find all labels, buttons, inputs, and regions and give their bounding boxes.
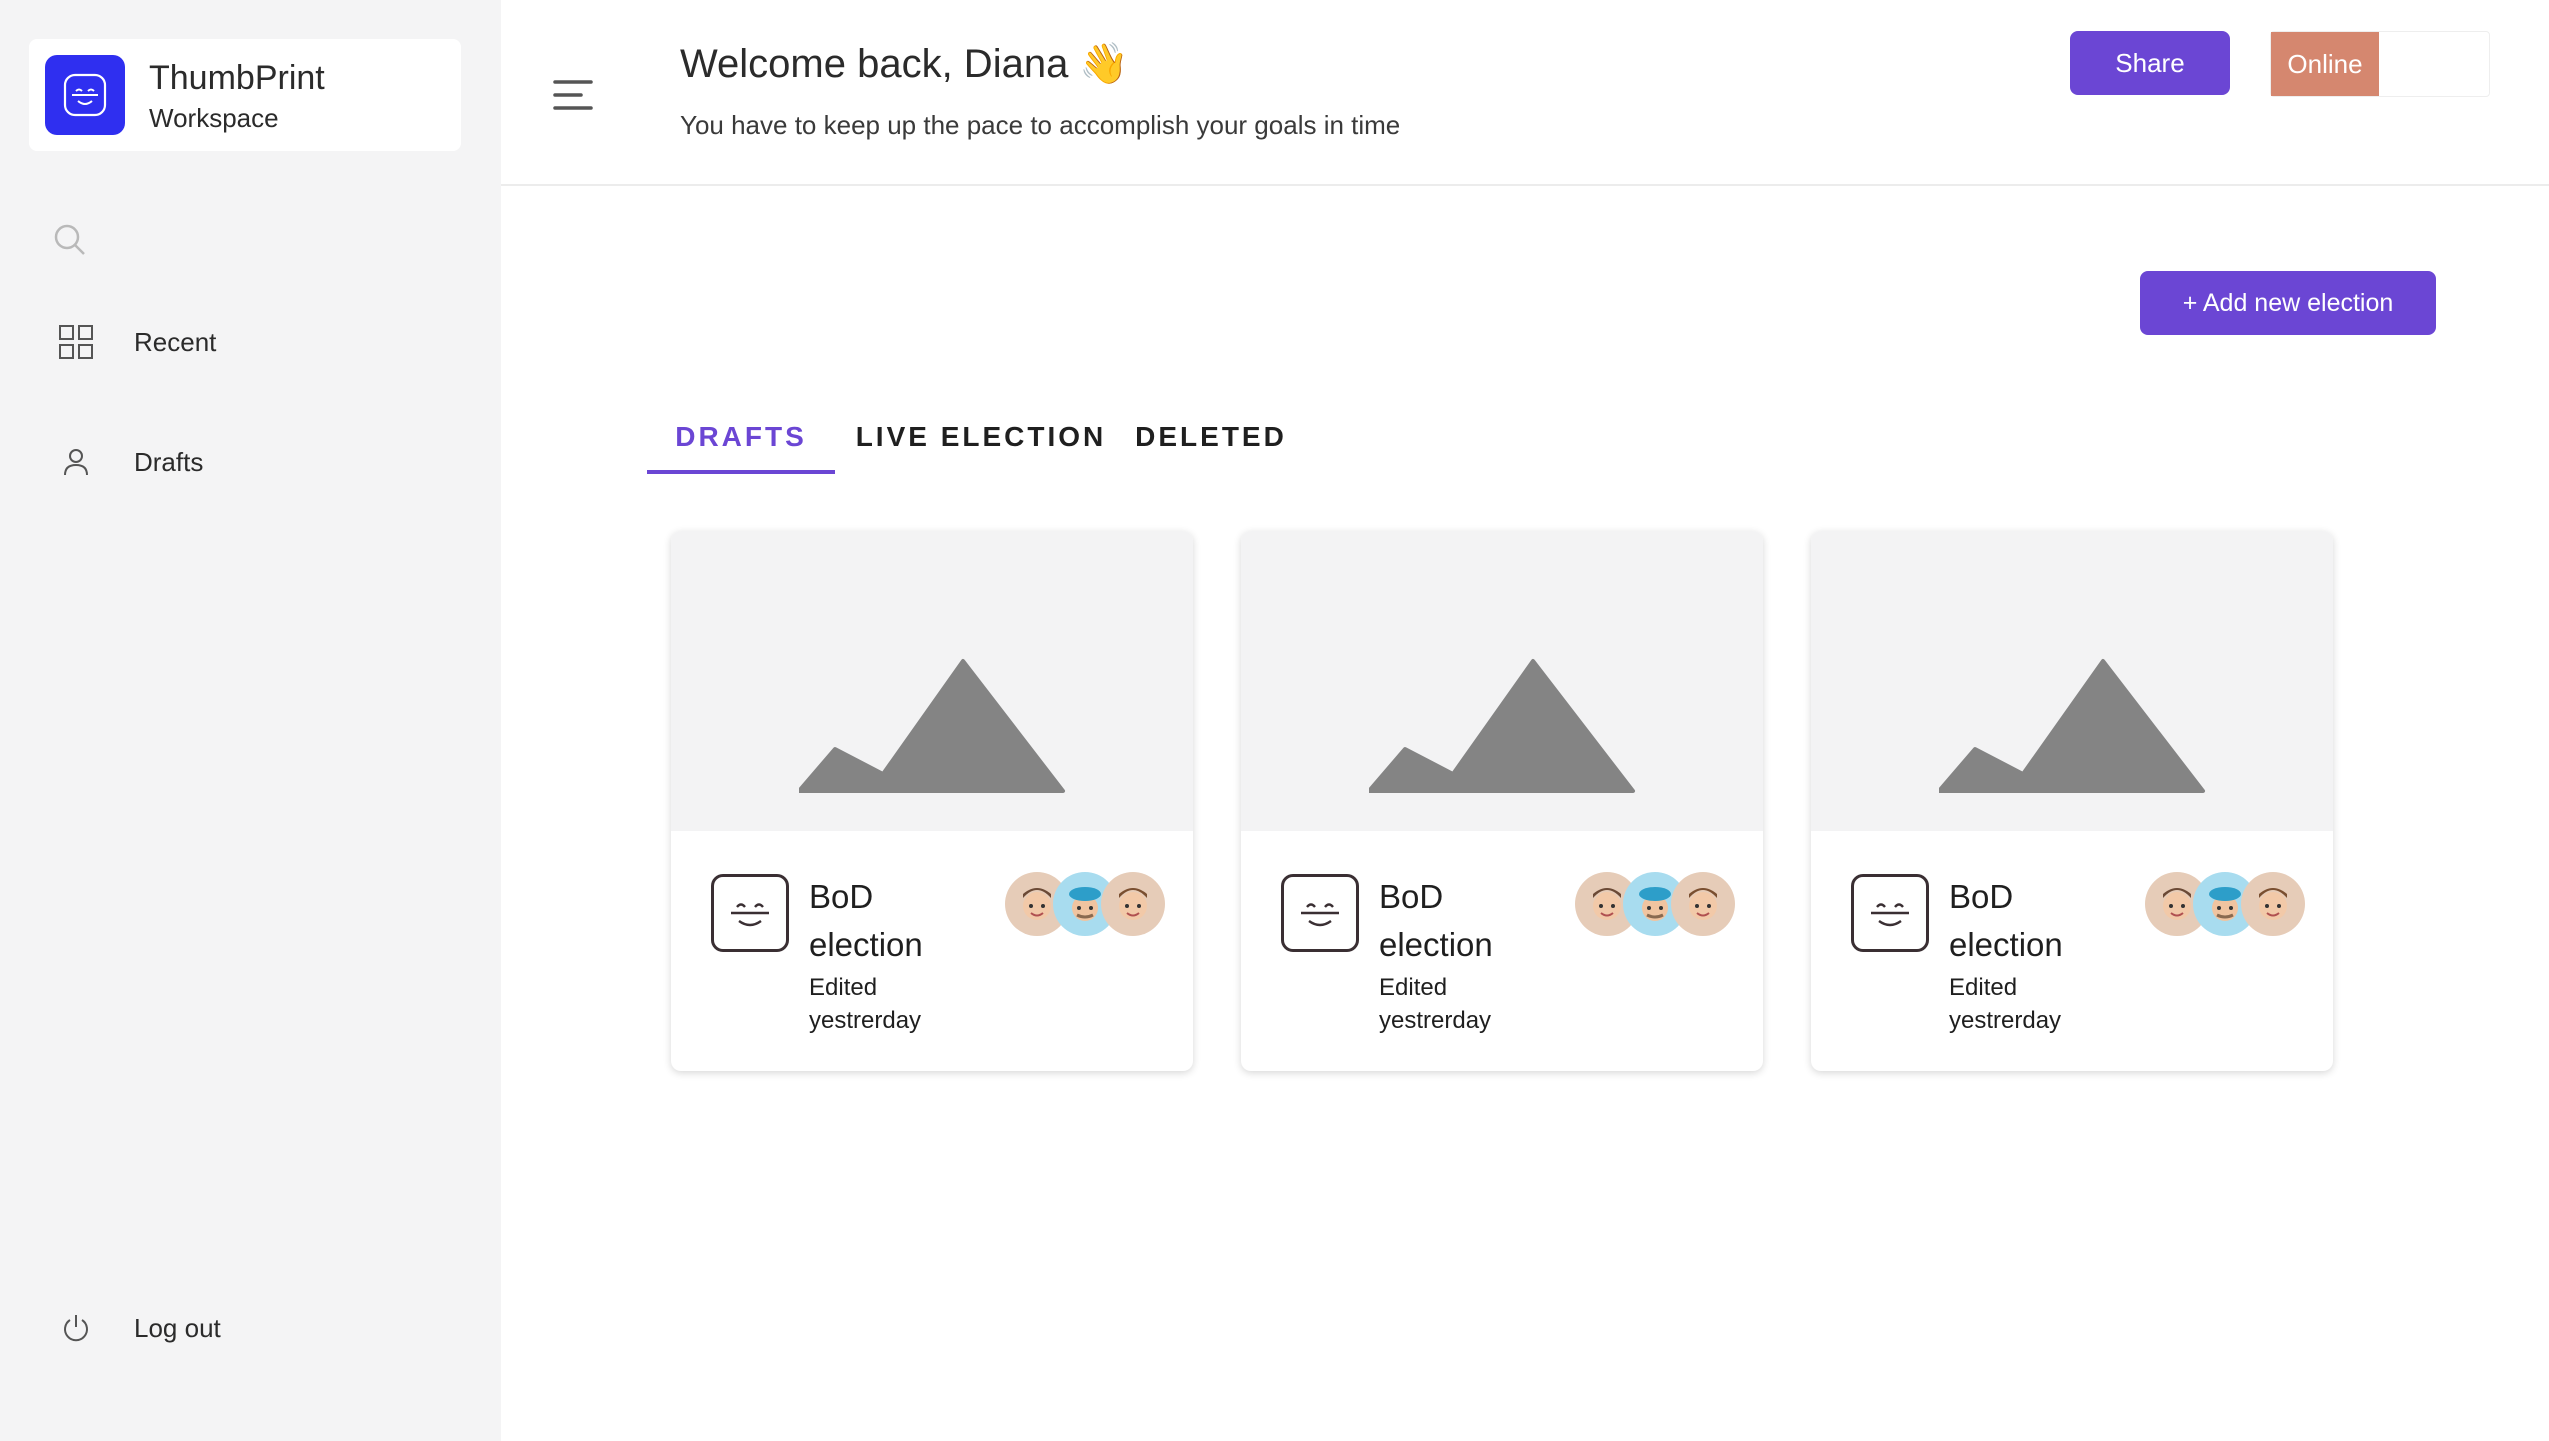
sidebar: ThumbPrint Workspace Recent Drafts Log o… — [0, 0, 501, 1441]
brand-name: ThumbPrint — [149, 59, 325, 97]
avatar — [1101, 872, 1165, 936]
power-icon — [56, 1308, 96, 1348]
avatar-group[interactable] — [2145, 872, 2305, 936]
card-title: BoD election — [809, 878, 923, 963]
tab-live-election[interactable]: LIVE ELECTION — [855, 400, 1107, 474]
card-image-placeholder — [1811, 531, 2333, 831]
avatar — [2241, 872, 2305, 936]
page-subtitle: You have to keep up the pace to accompli… — [680, 110, 1401, 140]
face-scan-icon — [1851, 874, 1929, 952]
search-icon[interactable] — [50, 220, 90, 260]
sidebar-item-label: Drafts — [134, 446, 204, 477]
top-header: Welcome back, Diana 👋 You have to keep u… — [501, 0, 2549, 186]
workspace-switcher[interactable]: ThumbPrint Workspace — [29, 39, 461, 151]
mountain-image-icon — [1939, 659, 2205, 793]
menu-icon[interactable] — [553, 78, 597, 118]
sidebar-item-label: Recent — [134, 326, 217, 357]
add-election-button[interactable]: + Add new election — [2140, 271, 2436, 335]
card-image-placeholder — [1241, 531, 1763, 831]
sidebar-item-drafts[interactable]: Drafts — [56, 437, 436, 487]
avatar-group[interactable] — [1005, 872, 1165, 936]
face-scan-icon — [1281, 874, 1359, 952]
card-edited-meta: Edited yestrerday — [1379, 974, 1492, 1034]
card-title: BoD election — [1949, 878, 2063, 963]
share-button[interactable]: Share — [2070, 31, 2230, 95]
sidebar-item-recent[interactable]: Recent — [56, 317, 436, 367]
page-title: Welcome back, Diana 👋 — [680, 42, 1130, 86]
face-scan-icon — [711, 874, 789, 952]
card-title: BoD election — [1379, 878, 1493, 963]
status-badge: Online — [2271, 32, 2379, 96]
card-edited-meta: Edited yestrerday — [809, 974, 922, 1034]
mountain-image-icon — [1369, 659, 1635, 793]
active-tab-indicator — [647, 470, 835, 474]
logout-label: Log out — [134, 1312, 221, 1343]
brand-subtitle: Workspace — [149, 103, 279, 133]
face-scan-icon — [45, 55, 125, 135]
grid-icon — [56, 322, 96, 362]
logout-button[interactable]: Log out — [56, 1303, 436, 1353]
tab-drafts[interactable]: DRAFTS — [647, 400, 835, 474]
avatar — [1671, 872, 1735, 936]
avatar-group[interactable] — [1575, 872, 1735, 936]
tab-deleted[interactable]: DELETED — [1131, 400, 1291, 474]
user-icon — [56, 442, 96, 482]
mountain-image-icon — [799, 659, 1065, 793]
card-edited-meta: Edited yestrerday — [1949, 974, 2062, 1034]
card-image-placeholder — [671, 531, 1193, 831]
status-toggle[interactable]: Online — [2270, 31, 2490, 97]
election-card[interactable]: BoD election Edited yestrerday — [1811, 531, 2333, 1071]
election-card[interactable]: BoD election Edited yestrerday — [671, 531, 1193, 1071]
election-card[interactable]: BoD election Edited yestrerday — [1241, 531, 1763, 1071]
